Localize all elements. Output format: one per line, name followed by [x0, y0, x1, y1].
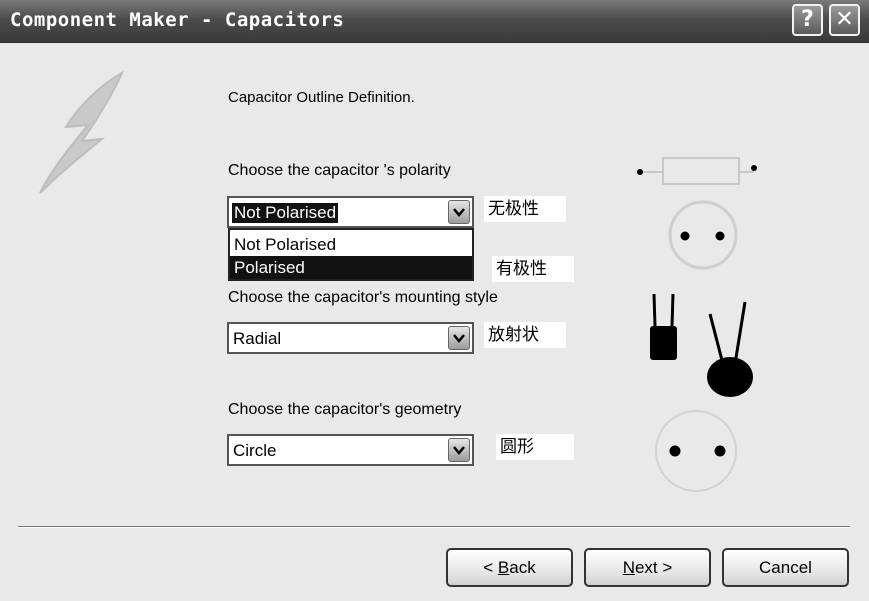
back-prefix: <: [483, 558, 498, 577]
cancel-button[interactable]: Cancel: [722, 548, 849, 587]
mounting-label: Choose the capacitor's mounting style: [228, 289, 498, 306]
note-polar: 有极性: [492, 256, 574, 282]
polarity-dropdown-list: Not Polarised Polarised: [228, 228, 474, 281]
polarity-option-polarised[interactable]: Polarised: [230, 256, 472, 279]
geometry-selected-value: Circle: [233, 441, 277, 460]
help-button[interactable]: ?: [792, 4, 823, 36]
feather-logo-icon: [39, 70, 125, 194]
mounting-combobox[interactable]: Radial: [227, 322, 474, 354]
non-polar-footprint-preview: [668, 200, 738, 270]
chevron-down-icon: [453, 208, 465, 217]
next-label-rest: ext >: [634, 558, 673, 577]
mounting-dropdown-button[interactable]: [448, 326, 470, 350]
back-accelerator: B: [497, 558, 510, 577]
geometry-combobox[interactable]: Circle: [227, 434, 474, 466]
geometry-label: Choose the capacitor's geometry: [228, 401, 462, 418]
back-label-rest: ack: [509, 558, 536, 577]
chevron-down-icon: [453, 334, 465, 343]
next-button[interactable]: Next >: [584, 548, 711, 587]
polarity-selected-value: Not Polarised: [232, 203, 339, 223]
note-circle: 圆形: [496, 434, 574, 460]
title-bar[interactable]: Component Maker - Capacitors ? ✕: [0, 0, 869, 43]
component-maker-dialog: Component Maker - Capacitors ? ✕ Capacit…: [0, 0, 869, 601]
radial-capacitor-preview: [650, 293, 753, 397]
page-heading: Capacitor Outline Definition.: [228, 89, 415, 106]
mounting-selected-value: Radial: [233, 329, 282, 348]
polarity-option-not-polarised[interactable]: Not Polarised: [230, 233, 472, 256]
circle-geometry-preview: [655, 410, 737, 492]
back-button[interactable]: < Back: [446, 548, 573, 587]
note-non-polar: 无极性: [484, 196, 566, 222]
note-radial: 放射状: [484, 322, 566, 348]
polarity-combobox[interactable]: Not Polarised: [227, 196, 474, 228]
footer-separator: [18, 526, 850, 528]
chevron-down-icon: [453, 446, 465, 455]
polarity-dropdown-button[interactable]: [448, 200, 470, 224]
close-button[interactable]: ✕: [829, 4, 860, 36]
next-accelerator: N: [622, 558, 635, 577]
window-title: Component Maker - Capacitors: [10, 9, 345, 31]
axial-capacitor-preview: [637, 157, 757, 185]
polarity-label: Choose the capacitor 's polarity: [228, 162, 451, 179]
geometry-dropdown-button[interactable]: [448, 438, 470, 462]
